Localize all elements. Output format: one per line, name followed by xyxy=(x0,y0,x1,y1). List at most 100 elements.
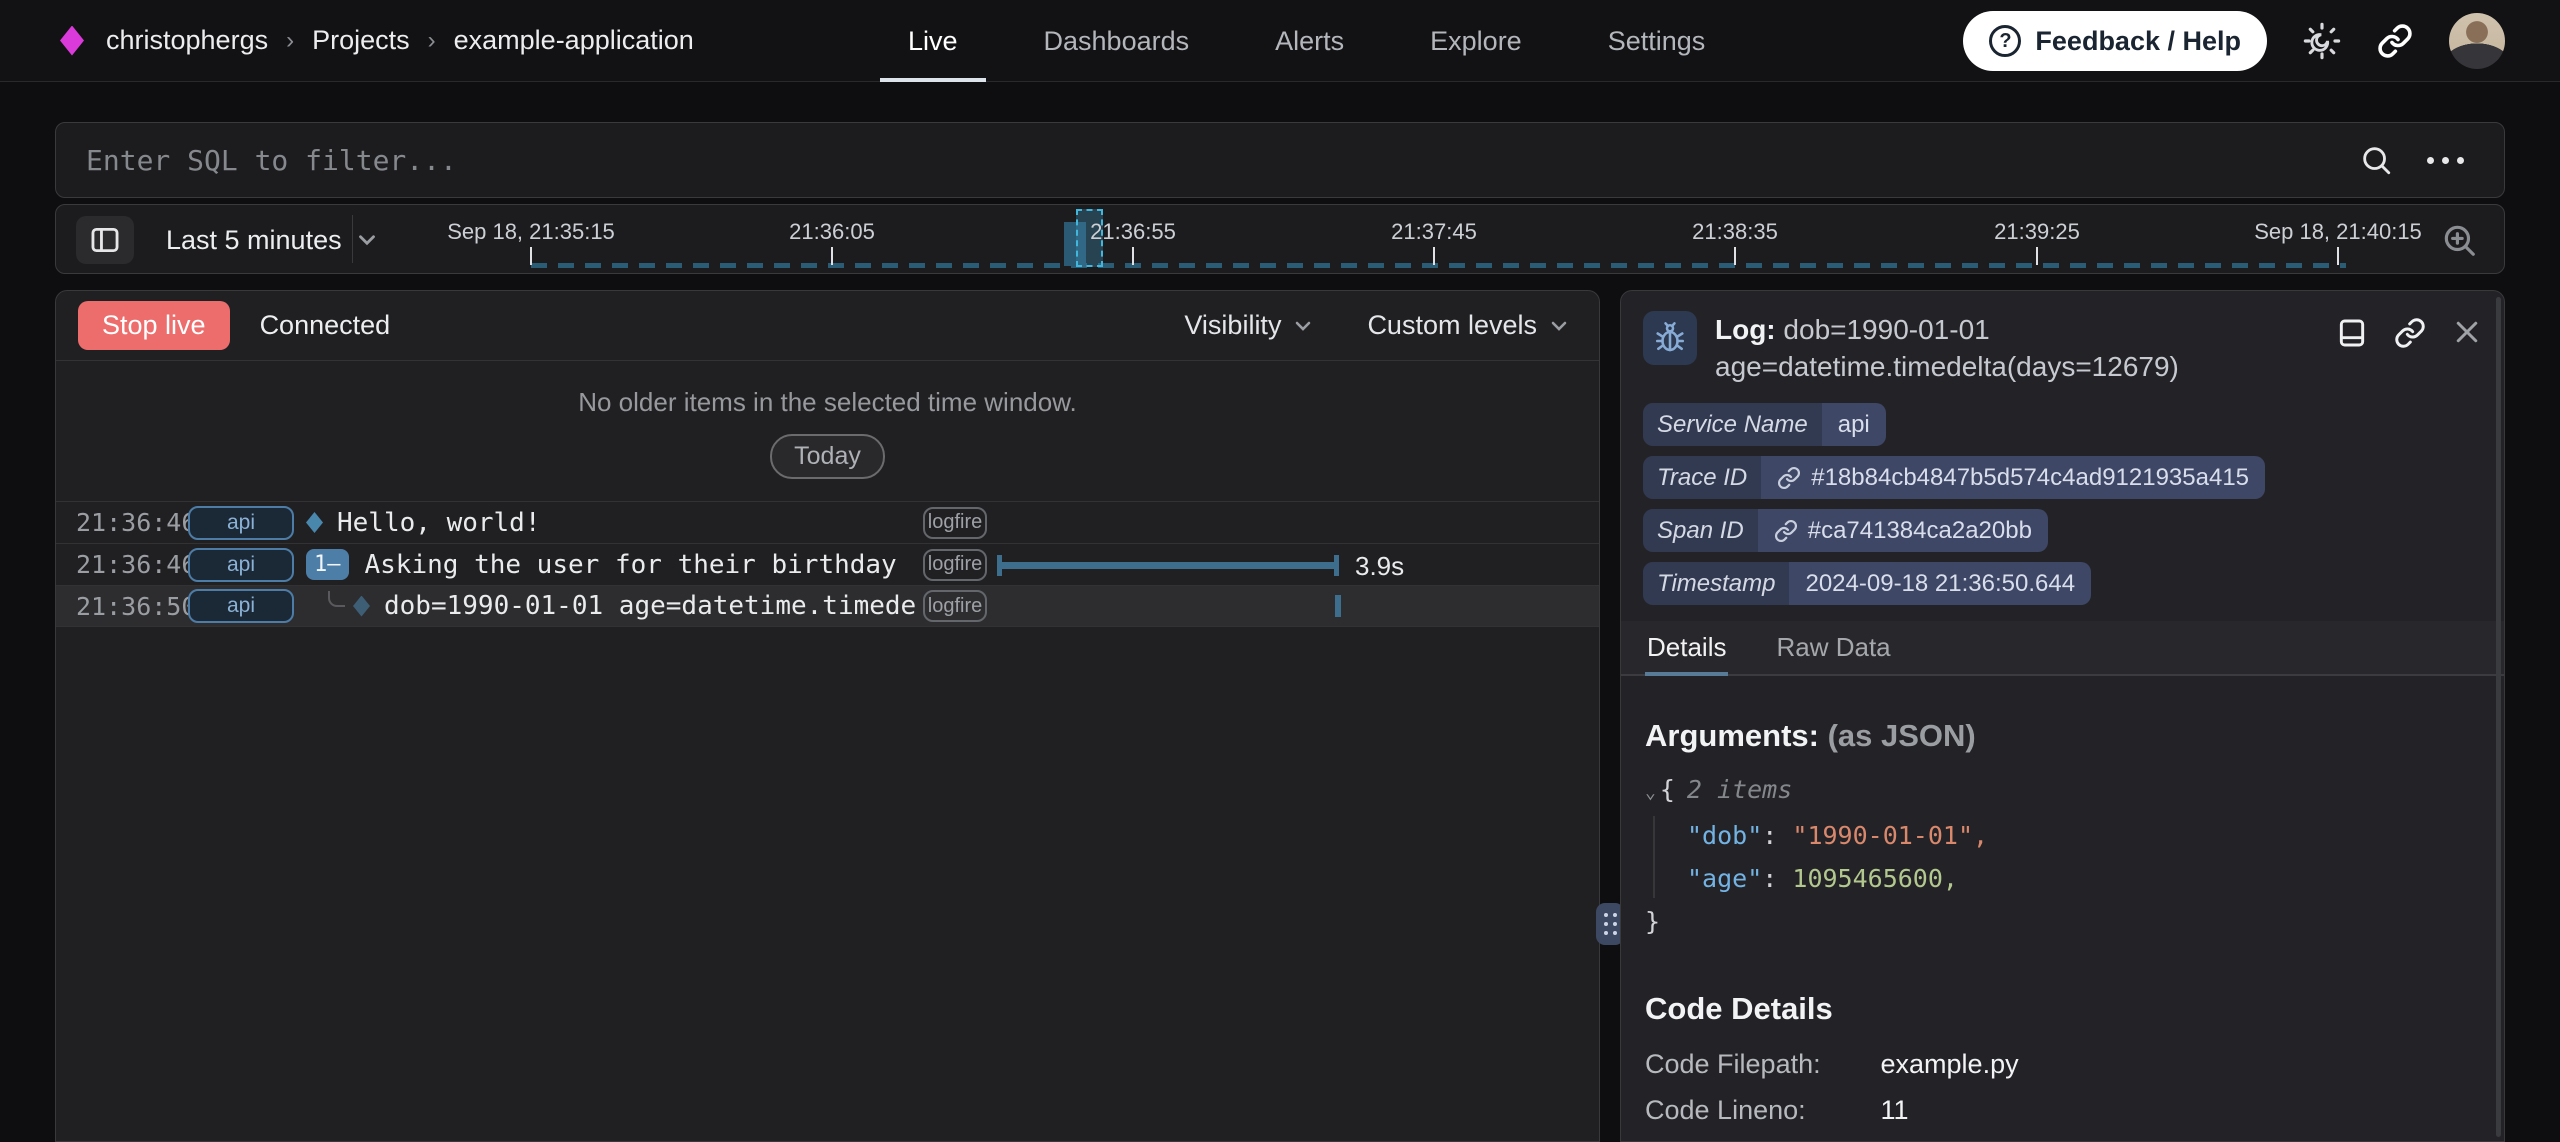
trace-id-badge[interactable]: Trace ID #18b84cb4847b5d574c4ad9121935a4… xyxy=(1643,456,2265,499)
time-range-bar: Last 5 minutes Sep 18, 21:35:15 21:36:05… xyxy=(55,204,2505,274)
service-badge[interactable]: api xyxy=(188,506,294,540)
logfire-tag[interactable]: logfire xyxy=(923,590,987,622)
feedback-help-label: Feedback / Help xyxy=(2035,26,2241,57)
logfire-app: christophergs › Projects › example-appli… xyxy=(0,0,2560,1142)
span-duration-bar xyxy=(997,562,1339,569)
tab-explore[interactable]: Explore xyxy=(1402,0,1550,82)
span-duration-label: 3.9s xyxy=(1355,551,1404,582)
service-name-badge: Service Name api xyxy=(1643,403,1886,446)
log-message: Hello, world! xyxy=(337,508,541,538)
split-view-icon xyxy=(2336,317,2368,349)
connection-status: Connected xyxy=(260,310,391,341)
details-header: Log: dob=1990-01-01 age=datetime.timedel… xyxy=(1621,291,2504,397)
search-icon[interactable] xyxy=(2359,143,2393,177)
panel-toggle-button[interactable] xyxy=(76,216,134,264)
timestamp-badge: Timestamp 2024-09-18 21:36:50.644 xyxy=(1643,562,2091,605)
log-row[interactable]: 21:36:46 api Hello, world! logfire xyxy=(56,501,1599,543)
timebar-divider xyxy=(352,215,353,263)
timeline-tick-label: 21:36:55 xyxy=(1090,219,1176,245)
collapse-children-badge[interactable]: 1– xyxy=(306,549,349,580)
service-badge[interactable]: api xyxy=(188,548,294,582)
tab-live[interactable]: Live xyxy=(880,0,986,82)
split-view-button[interactable] xyxy=(2336,317,2368,349)
tab-settings[interactable]: Settings xyxy=(1580,0,1734,82)
details-content: Arguments: (as JSON) ⌄{2 items "dob": "1… xyxy=(1621,718,2504,1133)
timeline-tick xyxy=(1433,247,1435,265)
timeline-tick-label: Sep 18, 21:35:15 xyxy=(447,219,615,245)
live-panel-header: Stop live Connected Visibility Custom le… xyxy=(56,291,1599,361)
log-row-selected[interactable]: 21:36:50 api dob=1990-01-01 age=datetime… xyxy=(56,585,1599,627)
sql-filter-bar xyxy=(55,122,2505,198)
timeline-tick xyxy=(1734,247,1736,265)
details-title-text: dob=1990-01-01 age=datetime.timedelta(da… xyxy=(1715,314,2179,382)
span-id-badge[interactable]: Span ID #ca741384ca2a20bb xyxy=(1643,509,2048,552)
breadcrumb-separator: › xyxy=(428,27,436,55)
json-indent-guide xyxy=(1653,816,1655,898)
empty-window-block: No older items in the selected time wind… xyxy=(56,361,1599,479)
user-avatar[interactable] xyxy=(2449,13,2505,69)
details-title: Log: dob=1990-01-01 age=datetime.timedel… xyxy=(1715,311,2315,385)
theme-toggle-button[interactable] xyxy=(2303,22,2341,60)
log-timestamp: 21:36:46 xyxy=(76,508,180,537)
tab-raw-data[interactable]: Raw Data xyxy=(1774,621,1892,674)
log-timestamp: 21:36:50 xyxy=(76,592,180,621)
code-details-rows: Code Filepath: example.py Code Lineno: 1… xyxy=(1645,1041,2480,1133)
bug-icon xyxy=(1652,320,1688,356)
code-filepath-row: Code Filepath: example.py xyxy=(1645,1041,2480,1087)
details-title-prefix: Log: xyxy=(1715,314,1776,345)
timeline-tick xyxy=(831,247,833,265)
collapse-caret-icon[interactable]: ⌄ xyxy=(1645,782,1656,803)
timeline-baseline xyxy=(531,263,2346,268)
log-message: Asking the user for their birthday xyxy=(365,550,897,580)
share-link-icon xyxy=(2377,23,2413,59)
log-diamond-icon xyxy=(353,596,370,617)
stop-live-button[interactable]: Stop live xyxy=(78,301,230,350)
log-diamond-icon xyxy=(306,512,323,533)
custom-levels-dropdown[interactable]: Custom levels xyxy=(1361,309,1577,342)
timeline-tick-label: 21:36:05 xyxy=(789,219,875,245)
sql-filter-input[interactable] xyxy=(84,143,2359,178)
theme-toggle-icon xyxy=(2303,22,2341,60)
json-root-line[interactable]: ⌄{2 items xyxy=(1645,768,2480,814)
tab-dashboards[interactable]: Dashboards xyxy=(1016,0,1218,82)
close-details-button[interactable] xyxy=(2452,317,2482,347)
row-duration-area: 3.9s xyxy=(997,544,1583,586)
service-badge[interactable]: api xyxy=(188,589,294,623)
log-instant-tick xyxy=(1335,595,1341,617)
link-icon xyxy=(2394,317,2426,349)
chevron-down-icon xyxy=(1547,314,1571,338)
row-duration-area xyxy=(997,502,1583,544)
logfire-tag[interactable]: logfire xyxy=(923,549,987,581)
log-row[interactable]: 21:36:46 api 1– Asking the user for thei… xyxy=(56,543,1599,585)
timeline-tick-label: 21:39:25 xyxy=(1994,219,2080,245)
json-entry: "dob": "1990-01-01", xyxy=(1645,814,2480,857)
share-link-button[interactable] xyxy=(2377,23,2413,59)
time-range-label: Last 5 minutes xyxy=(166,225,342,256)
json-close-brace: } xyxy=(1645,900,2480,943)
breadcrumb-projects[interactable]: Projects xyxy=(312,25,410,56)
json-viewer: ⌄{2 items "dob": "1990-01-01", "age": 10… xyxy=(1645,768,2480,943)
breadcrumb-project-name[interactable]: example-application xyxy=(454,25,694,56)
main-nav-tabs: Live Dashboards Alerts Explore Settings xyxy=(880,0,1733,82)
today-button[interactable]: Today xyxy=(770,434,885,479)
log-timestamp: 21:36:46 xyxy=(76,550,180,579)
visibility-dropdown[interactable]: Visibility xyxy=(1178,309,1321,342)
tab-details[interactable]: Details xyxy=(1645,621,1728,674)
ellipsis-icon[interactable] xyxy=(2427,157,2464,164)
breadcrumb-separator: › xyxy=(286,27,294,55)
json-entry: "age": 1095465600, xyxy=(1645,857,2480,900)
tab-alerts[interactable]: Alerts xyxy=(1247,0,1372,82)
arguments-heading: Arguments: (as JSON) xyxy=(1645,718,2480,754)
logfire-logo-icon[interactable] xyxy=(60,26,84,56)
chevron-down-icon xyxy=(1291,314,1315,338)
breadcrumb: christophergs › Projects › example-appli… xyxy=(106,25,694,56)
live-logs-panel: Stop live Connected Visibility Custom le… xyxy=(55,290,1600,1142)
zoom-in-button[interactable] xyxy=(2440,221,2478,259)
timeline-tick-label: 21:38:35 xyxy=(1692,219,1778,245)
timeline-tick-label: Sep 18, 21:40:15 xyxy=(2254,219,2422,245)
logfire-tag[interactable]: logfire xyxy=(923,507,987,539)
copy-link-button[interactable] xyxy=(2394,317,2426,349)
feedback-help-button[interactable]: ? Feedback / Help xyxy=(1963,11,2267,71)
breadcrumb-org[interactable]: christophergs xyxy=(106,25,268,56)
details-scrollbar[interactable] xyxy=(2496,297,2501,1137)
